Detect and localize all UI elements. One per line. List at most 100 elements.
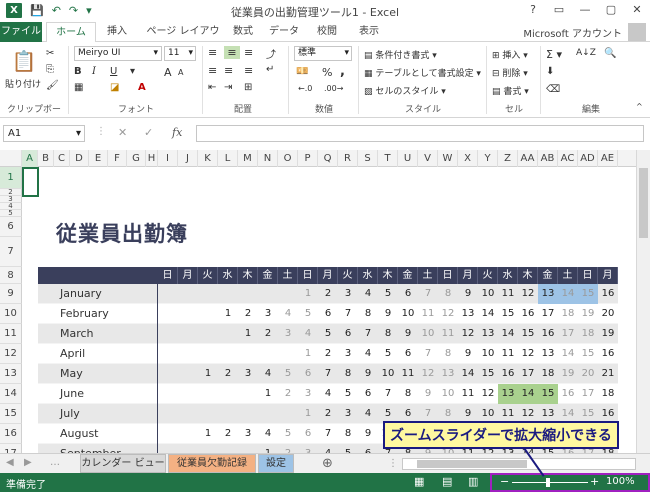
day-cell[interactable]: 4 bbox=[358, 284, 378, 304]
day-cell[interactable]: 10 bbox=[418, 324, 438, 344]
day-cell[interactable]: 4 bbox=[318, 444, 338, 453]
day-cell[interactable]: 10 bbox=[398, 304, 418, 324]
day-cell[interactable]: 18 bbox=[558, 304, 578, 324]
undo-icon[interactable]: ↶ bbox=[52, 4, 61, 17]
day-cell[interactable]: 7 bbox=[378, 384, 398, 404]
row-header-10[interactable]: 10 bbox=[0, 304, 22, 324]
align-top-icon[interactable]: ≡ bbox=[208, 46, 217, 59]
tab-4[interactable]: 数式 bbox=[226, 22, 260, 42]
day-cell[interactable] bbox=[258, 344, 278, 364]
day-cell[interactable]: 13 bbox=[538, 284, 558, 304]
day-cell[interactable] bbox=[198, 384, 218, 404]
day-cell[interactable]: 12 bbox=[418, 364, 438, 384]
wrap-text-icon[interactable]: ↵ bbox=[266, 64, 274, 75]
column-header-ad[interactable]: AD bbox=[578, 150, 598, 167]
day-cell[interactable] bbox=[238, 384, 258, 404]
fill-icon[interactable]: ⬇ bbox=[546, 66, 554, 77]
copy-icon[interactable]: ⎘ bbox=[46, 64, 54, 75]
autosum-button[interactable]: Σ ▾ bbox=[546, 48, 562, 61]
column-header-t[interactable]: T bbox=[378, 150, 398, 167]
column-header-v[interactable]: V bbox=[418, 150, 438, 167]
align-center-icon[interactable]: ≡ bbox=[224, 64, 233, 77]
day-cell[interactable]: 15 bbox=[498, 304, 518, 324]
find-select-button[interactable]: 🔍 bbox=[604, 48, 616, 59]
add-sheet-button[interactable]: ⊕ bbox=[322, 456, 333, 471]
vertical-scrollbar[interactable] bbox=[636, 150, 650, 453]
day-cell[interactable]: 16 bbox=[538, 324, 558, 344]
page-layout-view-icon[interactable]: ▤ bbox=[442, 475, 452, 488]
fill-color-icon[interactable]: ◪ bbox=[110, 82, 119, 93]
day-cell[interactable]: 13 bbox=[538, 344, 558, 364]
border-icon[interactable]: ▦ bbox=[74, 82, 83, 93]
day-cell[interactable]: 17 bbox=[578, 384, 598, 404]
day-cell[interactable] bbox=[218, 344, 238, 364]
ribbon-display-button[interactable]: ▭ bbox=[546, 0, 572, 22]
day-cell[interactable] bbox=[158, 284, 178, 304]
day-cell[interactable]: 19 bbox=[558, 364, 578, 384]
font-color-icon[interactable]: A bbox=[138, 82, 146, 93]
row-header-17[interactable]: 17 bbox=[0, 444, 22, 453]
column-header-h[interactable]: H bbox=[146, 150, 158, 167]
column-header-aa[interactable]: AA bbox=[518, 150, 538, 167]
cut-icon[interactable]: ✂ bbox=[46, 48, 54, 59]
normal-view-icon[interactable]: ▦ bbox=[414, 475, 424, 488]
row-header-1[interactable]: 1 bbox=[0, 167, 22, 189]
worksheet-grid[interactable]: A B C D E F G H I J K L M N O P Q R S T U V W X Y Z AA AB AC AD AE 123… bbox=[0, 150, 636, 453]
sheet-tab-2[interactable]: 設定 bbox=[258, 454, 294, 473]
day-cell[interactable]: 5 bbox=[338, 444, 358, 453]
italic-button[interactable]: I bbox=[92, 66, 96, 77]
day-cell[interactable]: 8 bbox=[358, 304, 378, 324]
day-cell[interactable]: 14 bbox=[498, 324, 518, 344]
column-header-w[interactable]: W bbox=[438, 150, 458, 167]
day-cell[interactable]: 14 bbox=[518, 384, 538, 404]
name-box[interactable]: A1 ▾ bbox=[3, 125, 85, 142]
day-cell[interactable]: 2 bbox=[278, 384, 298, 404]
sheet-tab-1[interactable]: 従業員欠勤記録 bbox=[168, 454, 256, 473]
cancel-icon[interactable]: ✕ bbox=[118, 126, 127, 139]
day-cell[interactable]: 3 bbox=[278, 324, 298, 344]
format-painter-icon[interactable]: 🖌 bbox=[46, 80, 59, 91]
formula-handle-icon[interactable]: ⋮ bbox=[96, 126, 106, 137]
scroll-tabs-left-icon[interactable]: ◀ bbox=[6, 457, 14, 468]
day-cell[interactable]: 5 bbox=[318, 324, 338, 344]
day-cell[interactable] bbox=[258, 284, 278, 304]
day-cell[interactable] bbox=[158, 324, 178, 344]
day-cell[interactable] bbox=[178, 444, 198, 453]
day-cell[interactable] bbox=[198, 284, 218, 304]
column-header-ab[interactable]: AB bbox=[538, 150, 558, 167]
row-header-9[interactable]: 9 bbox=[0, 284, 22, 304]
row-header-6[interactable]: 6 bbox=[0, 217, 22, 237]
day-cell[interactable]: 9 bbox=[458, 344, 478, 364]
day-cell[interactable] bbox=[198, 324, 218, 344]
customize-qat-icon[interactable]: ▾ bbox=[86, 4, 92, 17]
number-format-select[interactable]: 標準 ▾ bbox=[294, 46, 352, 61]
hscroll-divider-icon[interactable]: ⋮ bbox=[388, 458, 398, 469]
day-cell[interactable]: 9 bbox=[358, 364, 378, 384]
day-cell[interactable] bbox=[238, 284, 258, 304]
tab-3[interactable]: ページ レイアウト bbox=[142, 22, 224, 56]
day-cell[interactable]: 16 bbox=[598, 284, 618, 304]
day-cell[interactable]: 9 bbox=[458, 284, 478, 304]
day-cell[interactable]: 12 bbox=[438, 304, 458, 324]
day-cell[interactable]: 1 bbox=[298, 344, 318, 364]
redo-icon[interactable]: ↷ bbox=[69, 4, 78, 17]
day-cell[interactable]: 4 bbox=[358, 404, 378, 424]
decrease-indent-icon[interactable]: ⇤ bbox=[208, 82, 216, 93]
column-header-i[interactable]: I bbox=[158, 150, 178, 167]
day-cell[interactable]: 3 bbox=[338, 404, 358, 424]
day-cell[interactable]: 1 bbox=[198, 364, 218, 384]
currency-icon[interactable]: 💴 bbox=[296, 66, 308, 77]
close-button[interactable]: ✕ bbox=[624, 0, 650, 22]
align-middle-icon[interactable]: ≡ bbox=[224, 46, 240, 59]
column-header-d[interactable]: D bbox=[70, 150, 89, 167]
day-cell[interactable]: 10 bbox=[438, 384, 458, 404]
avatar[interactable] bbox=[628, 23, 646, 41]
day-cell[interactable]: 2 bbox=[218, 424, 238, 444]
day-cell[interactable]: 21 bbox=[598, 364, 618, 384]
day-cell[interactable] bbox=[218, 324, 238, 344]
day-cell[interactable]: 8 bbox=[438, 344, 458, 364]
tab-7[interactable]: 表示 bbox=[352, 22, 386, 42]
day-cell[interactable] bbox=[218, 444, 238, 453]
day-cell[interactable]: 8 bbox=[338, 364, 358, 384]
day-cell[interactable] bbox=[158, 384, 178, 404]
